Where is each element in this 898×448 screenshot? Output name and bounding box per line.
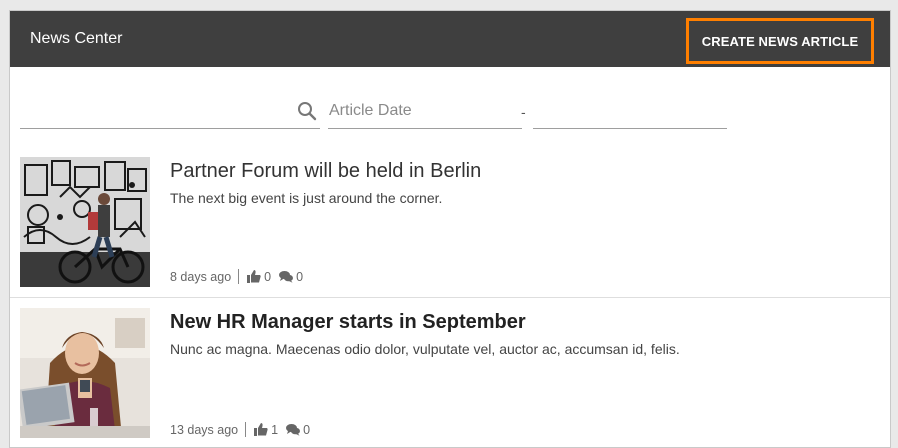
comments-icon[interactable] [286, 423, 301, 436]
article-age: 13 days ago [170, 422, 239, 437]
thumbs-up-icon[interactable] [254, 423, 268, 436]
article-thumbnail-image [20, 157, 150, 287]
news-center-panel: News Center CREATE NEWS ARTICLE Article … [9, 10, 891, 448]
article-thumbnail[interactable] [20, 308, 150, 438]
comment-count: 0 [303, 422, 311, 437]
article-title[interactable]: New HR Manager starts in September [170, 311, 526, 334]
like-count: 0 [264, 269, 272, 284]
meta-divider [245, 422, 247, 437]
page-title: News Center [30, 30, 123, 47]
create-news-article-button[interactable]: CREATE NEWS ARTICLE [686, 18, 874, 64]
news-article-item[interactable]: Partner Forum will be held in Berlin The… [10, 157, 890, 298]
comments-icon[interactable] [279, 270, 294, 283]
article-meta: 8 days ago 0 0 [170, 269, 311, 284]
date-range-separator: - [521, 104, 526, 120]
article-description: Nunc ac magna. Maecenas odio dolor, vulp… [170, 341, 680, 357]
article-age: 8 days ago [170, 269, 232, 284]
thumbs-up-icon[interactable] [247, 270, 261, 283]
like-count: 1 [271, 422, 279, 437]
article-thumbnail[interactable] [20, 157, 150, 287]
meta-divider [238, 269, 240, 284]
article-date-from-field[interactable]: Article Date [328, 97, 522, 129]
header-bar: News Center CREATE NEWS ARTICLE [10, 11, 890, 67]
article-title[interactable]: Partner Forum will be held in Berlin [170, 160, 481, 183]
news-article-item[interactable]: New HR Manager starts in September Nunc … [10, 308, 890, 447]
filter-bar: Article Date - [10, 97, 890, 131]
article-thumbnail-image [20, 308, 150, 438]
comment-count: 0 [296, 269, 304, 284]
search-input[interactable] [20, 97, 320, 129]
article-date-to-field[interactable] [533, 97, 727, 129]
article-date-placeholder: Article Date [329, 102, 412, 119]
article-meta: 13 days ago 1 0 [170, 422, 318, 437]
search-icon[interactable] [297, 101, 317, 121]
article-description: The next big event is just around the co… [170, 190, 443, 206]
